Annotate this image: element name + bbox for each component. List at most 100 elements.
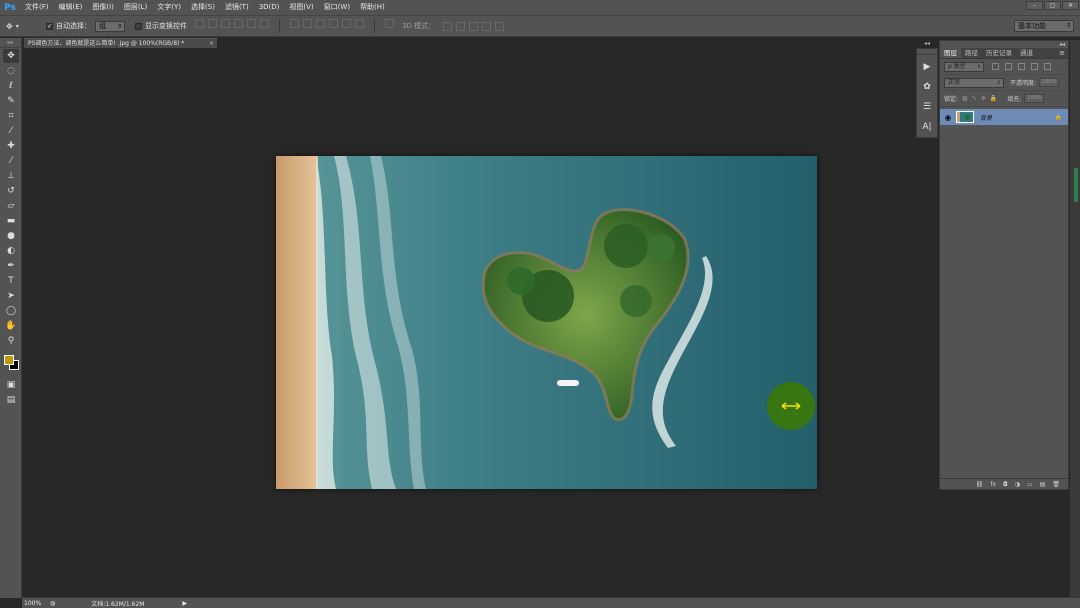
brush-panel-icon[interactable]: ✿ bbox=[919, 79, 935, 95]
fill-field[interactable]: 100% bbox=[1024, 94, 1045, 103]
menu-image[interactable]: 图像(I) bbox=[87, 0, 119, 15]
kind-filter-dropdown[interactable]: ρ 类型 bbox=[944, 61, 984, 72]
shape-filter-icon[interactable] bbox=[1031, 63, 1038, 70]
distribute-vcenter-icon[interactable] bbox=[303, 19, 312, 28]
align-bottom-icon[interactable] bbox=[221, 19, 230, 28]
menu-edit[interactable]: 编辑(E) bbox=[54, 0, 88, 15]
delete-layer-icon[interactable]: 🗑 bbox=[1052, 481, 1060, 488]
new-group-icon[interactable]: ▭ bbox=[1027, 481, 1033, 488]
marquee-icon[interactable]: ◌ bbox=[3, 64, 19, 78]
align-top-icon[interactable] bbox=[195, 19, 204, 28]
tab-paths[interactable]: 路径 bbox=[961, 48, 982, 58]
screen-mode-icon[interactable]: ▤ bbox=[3, 393, 19, 407]
gradient-icon[interactable]: ▬ bbox=[3, 214, 19, 228]
blur-icon[interactable]: ● bbox=[3, 229, 19, 243]
distribute-top-icon[interactable] bbox=[290, 19, 299, 28]
adjustment-filter-icon[interactable] bbox=[1005, 63, 1012, 70]
play-icon[interactable]: ▶ bbox=[919, 59, 935, 75]
menu-type[interactable]: 文字(Y) bbox=[152, 0, 186, 15]
clone-stamp-icon[interactable]: ⊥ bbox=[3, 169, 19, 183]
pen-icon[interactable]: ✒ bbox=[3, 259, 19, 273]
eraser-icon[interactable]: ▱ bbox=[3, 199, 19, 213]
pixel-filter-icon[interactable] bbox=[992, 63, 999, 70]
toolbar-grip[interactable]: ▸▸ bbox=[0, 38, 21, 48]
collapse-icon[interactable]: ◂◂ bbox=[1059, 41, 1065, 48]
distribute-right-icon[interactable] bbox=[355, 19, 364, 28]
brush-icon[interactable]: ⁄ bbox=[3, 154, 19, 168]
distribute-bottom-icon[interactable] bbox=[316, 19, 325, 28]
type-icon[interactable]: T bbox=[3, 274, 19, 288]
history-brush-icon[interactable]: ↺ bbox=[3, 184, 19, 198]
dock-expand-icon[interactable]: ◂◂ bbox=[916, 40, 938, 48]
path-select-icon[interactable]: ➤ bbox=[3, 289, 19, 303]
distribute-left-icon[interactable] bbox=[329, 19, 338, 28]
3d-scale-icon[interactable] bbox=[495, 21, 505, 31]
type-filter-icon[interactable] bbox=[1018, 63, 1025, 70]
document-tab[interactable]: PS调色方法、调色就是这么简单! .jpg @ 100%(RGB/8) * × bbox=[24, 38, 217, 48]
status-menu-arrow-icon[interactable]: ▶ bbox=[182, 600, 187, 607]
lock-position-icon[interactable]: ✥ bbox=[981, 95, 986, 102]
foreground-color[interactable] bbox=[4, 355, 14, 365]
opacity-field[interactable]: 100% bbox=[1039, 78, 1060, 87]
spot-healing-icon[interactable]: ✚ bbox=[3, 139, 19, 153]
lock-all-icon[interactable]: 🔒 bbox=[990, 95, 997, 102]
minimize-button[interactable]: – bbox=[1026, 1, 1043, 10]
tab-layers[interactable]: 图层 bbox=[940, 48, 961, 58]
3d-rotate-icon[interactable] bbox=[443, 21, 453, 31]
blend-mode-dropdown[interactable]: 正常 bbox=[944, 77, 1004, 88]
distribute-hcenter-icon[interactable] bbox=[342, 19, 351, 28]
layer-style-icon[interactable]: fx bbox=[990, 481, 996, 488]
3d-roll-icon[interactable] bbox=[456, 21, 466, 31]
link-layers-icon[interactable]: ⛓ bbox=[976, 481, 984, 488]
hand-icon[interactable]: ✋ bbox=[3, 319, 19, 333]
3d-slide-icon[interactable] bbox=[482, 21, 492, 31]
crop-icon[interactable]: ⌗ bbox=[3, 109, 19, 123]
menu-help[interactable]: 帮助(H) bbox=[355, 0, 390, 15]
zoom-level[interactable]: 100% bbox=[24, 600, 50, 607]
menu-filter[interactable]: 滤镜(T) bbox=[220, 0, 254, 15]
align-left-icon[interactable] bbox=[234, 19, 243, 28]
eyedropper-icon[interactable]: ⁄ bbox=[3, 124, 19, 138]
tab-history[interactable]: 历史记录 bbox=[982, 48, 1016, 58]
3d-drag-icon[interactable] bbox=[469, 21, 479, 31]
visibility-eye-icon[interactable]: ◉ bbox=[940, 113, 956, 122]
align-right-icon[interactable] bbox=[260, 19, 269, 28]
show-transform-checkbox[interactable] bbox=[135, 22, 142, 30]
maximize-button[interactable]: ▢ bbox=[1044, 1, 1061, 10]
tool-preset-picker[interactable]: ✥ ▾ bbox=[6, 18, 36, 34]
tab-channels[interactable]: 通道 bbox=[1016, 48, 1037, 58]
align-hcenter-icon[interactable] bbox=[247, 19, 256, 28]
layer-row[interactable]: ◉ 背景 🔒 bbox=[940, 109, 1068, 125]
auto-select-dropdown[interactable]: 组 bbox=[95, 20, 125, 32]
adjust-icon[interactable]: ☰ bbox=[919, 99, 935, 115]
right-scrollbar[interactable] bbox=[1070, 40, 1080, 597]
scroll-thumb[interactable] bbox=[1074, 168, 1078, 202]
align-vcenter-icon[interactable] bbox=[208, 19, 217, 28]
lock-transparent-icon[interactable]: ▦ bbox=[962, 95, 968, 102]
move-icon[interactable]: ✥ bbox=[3, 49, 19, 63]
lock-pixels-icon[interactable]: ✎ bbox=[972, 95, 977, 102]
close-button[interactable]: ✕ bbox=[1062, 1, 1079, 10]
new-adjustment-icon[interactable]: ◑ bbox=[1015, 481, 1020, 488]
quick-select-icon[interactable]: ✎ bbox=[3, 94, 19, 108]
menu-window[interactable]: 窗口(W) bbox=[319, 0, 355, 15]
auto-select-checkbox[interactable]: ✓ bbox=[46, 22, 53, 30]
smart-object-filter-icon[interactable] bbox=[1044, 63, 1051, 70]
quick-mask-icon[interactable]: ▣ bbox=[3, 378, 19, 392]
menu-view[interactable]: 视图(V) bbox=[284, 0, 318, 15]
panel-menu-icon[interactable]: ≡ bbox=[1059, 48, 1068, 58]
add-mask-icon[interactable]: ◘ bbox=[1003, 481, 1008, 488]
document-canvas[interactable] bbox=[276, 156, 817, 489]
menu-layer[interactable]: 图层(L) bbox=[119, 0, 152, 15]
auto-align-icon[interactable] bbox=[385, 19, 394, 28]
strip-grip[interactable] bbox=[917, 49, 937, 55]
menu-select[interactable]: 选择(S) bbox=[186, 0, 220, 15]
menu-3d[interactable]: 3D(D) bbox=[254, 0, 285, 15]
close-icon[interactable]: × bbox=[209, 39, 214, 48]
shape-icon[interactable]: ◯ bbox=[3, 304, 19, 318]
lasso-icon[interactable]: ℓ bbox=[3, 79, 19, 93]
dodge-icon[interactable]: ◐ bbox=[3, 244, 19, 258]
menu-file[interactable]: 文件(F) bbox=[20, 0, 54, 15]
character-icon[interactable]: A| bbox=[919, 119, 935, 135]
zoom-icon[interactable]: ⚲ bbox=[3, 334, 19, 348]
